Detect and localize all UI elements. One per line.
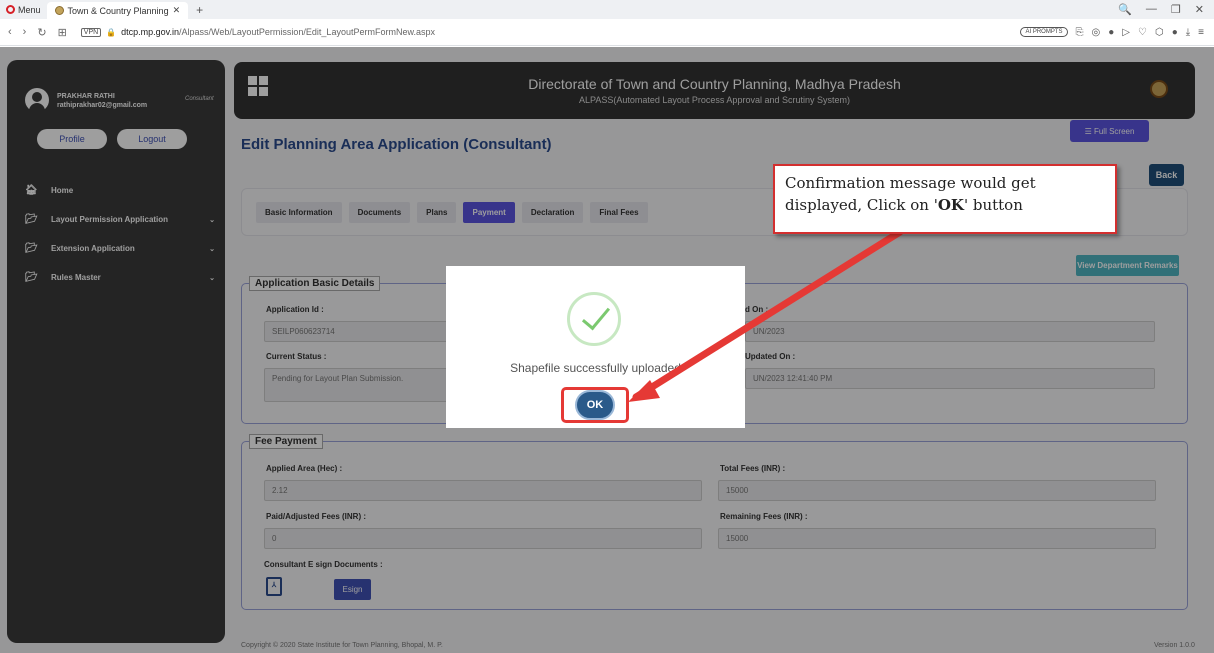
browser-nav-buttons: ‹ › ↻ ⊞ <box>0 26 75 39</box>
browser-menu-button[interactable]: Menu <box>0 0 47 19</box>
browser-toolbar-icons: ⎘ ◎ ● ▷ ♡ ⬡ ● ⤓ ≡ <box>1068 27 1214 38</box>
reload-icon[interactable]: ↻ <box>37 26 46 39</box>
site-favicon-icon <box>54 6 64 15</box>
dialog-message: Shapefile successfully uploaded <box>510 361 681 375</box>
forward-arrow-icon[interactable]: › <box>23 26 27 39</box>
ai-prompts-button[interactable]: AI PROMPTS <box>1020 27 1068 37</box>
download-icon[interactable]: ⤓ <box>1186 27 1190 38</box>
annotation-callout: Confirmation message would get displayed… <box>773 164 1117 234</box>
send-icon[interactable]: ▷ <box>1122 27 1130 38</box>
success-dialog: Shapefile successfully uploaded OK <box>446 266 745 428</box>
vpn-badge[interactable]: VPN <box>80 27 102 37</box>
restore-icon[interactable]: ❐ <box>1171 3 1181 16</box>
speed-dial-icon[interactable]: ⊞ <box>58 26 67 39</box>
window-close-icon[interactable]: ✕ <box>1195 3 1204 16</box>
browser-menu-label: Menu <box>18 4 41 15</box>
lock-icon[interactable]: 🔒 <box>106 28 116 37</box>
easy-setup-icon[interactable]: ≡ <box>1198 27 1204 38</box>
profile-icon[interactable]: ● <box>1172 27 1178 38</box>
back-arrow-icon[interactable]: ‹ <box>8 26 12 39</box>
new-tab-button[interactable]: + <box>188 3 211 17</box>
url-field[interactable]: dtcp.mp.gov.in/Alpass/Web/LayoutPermissi… <box>121 27 435 37</box>
callout-text-after: ' button <box>963 196 1023 214</box>
heart-icon[interactable]: ♡ <box>1138 27 1147 38</box>
callout-text-bold: OK <box>937 196 964 214</box>
browser-tab[interactable]: Town & Country Planning ✕ <box>46 2 189 19</box>
success-check-icon <box>567 292 621 346</box>
camera-icon[interactable]: ◎ <box>1092 27 1101 38</box>
minimize-icon[interactable]: — <box>1146 3 1157 16</box>
ok-button[interactable]: OK <box>575 390 615 420</box>
extensions-icon[interactable]: ⬡ <box>1155 27 1164 38</box>
browser-tab-title: Town & Country Planning <box>67 5 169 16</box>
shield-icon[interactable]: ● <box>1108 27 1114 38</box>
browser-address-bar: ‹ › ↻ ⊞ VPN 🔒 dtcp.mp.gov.in/Alpass/Web/… <box>0 19 1214 46</box>
share-icon[interactable]: ⎘ <box>1076 27 1084 38</box>
opera-logo-icon <box>6 5 15 14</box>
url-path: /Alpass/Web/LayoutPermission/Edit_Layout… <box>179 27 435 37</box>
window-controls: 🔍 — ❐ ✕ <box>1118 3 1214 16</box>
browser-search-icon[interactable]: 🔍 <box>1118 3 1132 16</box>
tab-close-icon[interactable]: ✕ <box>173 5 181 16</box>
browser-tabbar: Menu Town & Country Planning ✕ + 🔍 — ❐ ✕ <box>0 0 1214 19</box>
url-domain: dtcp.mp.gov.in <box>121 27 180 37</box>
